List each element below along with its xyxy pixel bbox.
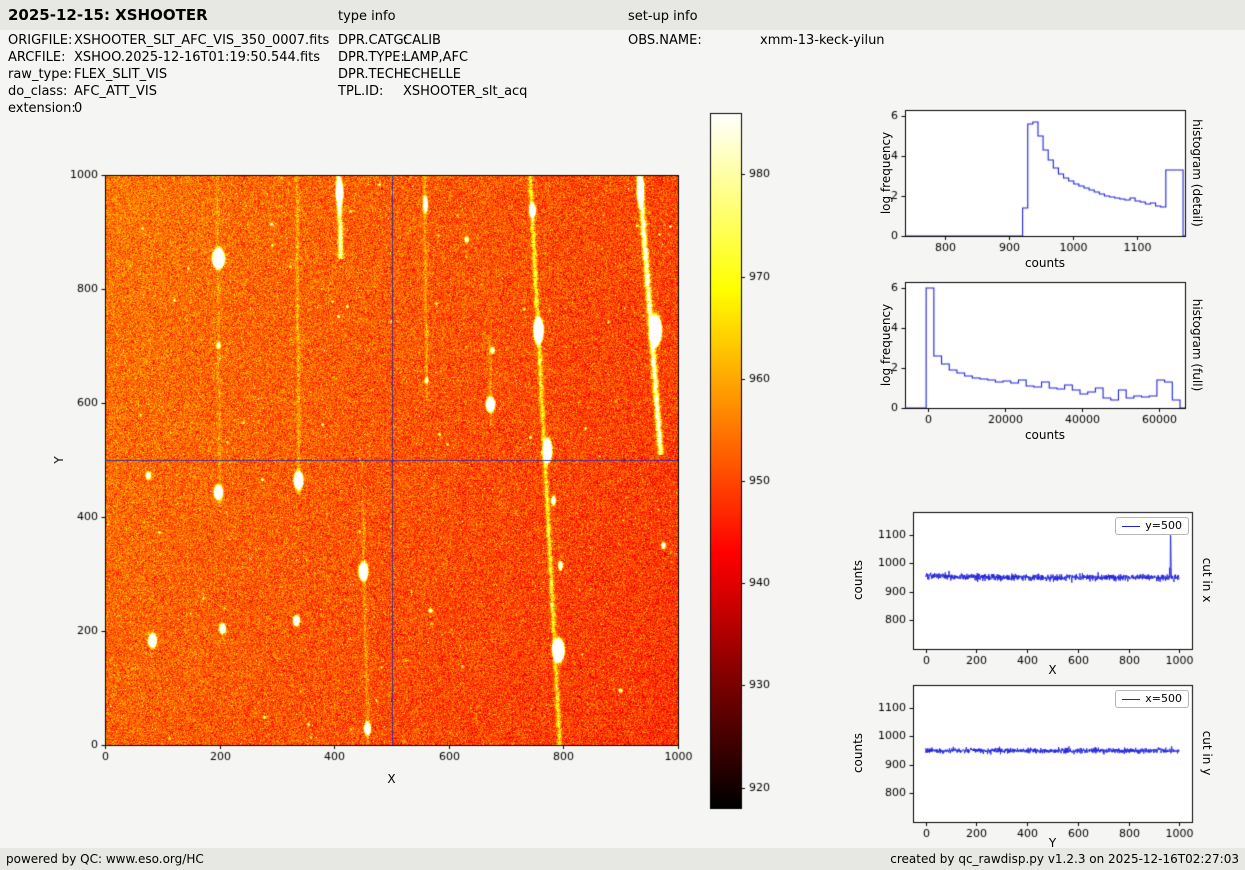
metadata-value: AFC_ATT_VIS — [74, 84, 157, 99]
qc-report-page: 2025-12-15: XSHOOTER type info set-up in… — [0, 0, 1245, 870]
type-info-heading: type info — [338, 9, 396, 24]
histogram-detail-xlabel: counts — [905, 256, 1185, 270]
metadata-row: raw_type:FLEX_SLIT_VIS — [8, 67, 167, 82]
cut-in-y-ylabel: counts — [851, 733, 865, 773]
legend-label: y=500 — [1145, 520, 1182, 532]
histogram-full-ylabel: log frequency — [879, 304, 893, 386]
histogram-full-canvas — [875, 272, 1220, 452]
legend: y=500 — [1115, 517, 1189, 535]
raw-image-canvas — [40, 160, 700, 805]
metadata-value: FLEX_SLIT_VIS — [74, 67, 167, 82]
metadata-label: ARCFILE: — [8, 50, 74, 65]
metadata-value: xmm-13-keck-yilun — [760, 33, 885, 48]
cut-in-y-plot: Y counts cut in y x=500 — [845, 673, 1225, 858]
histogram-detail-canvas — [875, 100, 1220, 280]
metadata-label: TPL.ID: — [338, 84, 403, 99]
metadata-label: ORIGFILE: — [8, 33, 74, 48]
metadata-row: OBS.NAME:xmm-13-keck-yilun — [628, 33, 885, 48]
metadata-label: OBS.NAME: — [628, 33, 760, 48]
colorbar — [705, 105, 795, 815]
metadata-label: do_class: — [8, 84, 74, 99]
metadata-row: DPR.CATG:CALIB — [338, 33, 441, 48]
cut-in-x-plot: X counts cut in x y=500 — [845, 500, 1225, 685]
legend: x=500 — [1115, 690, 1189, 708]
histogram-full-title: histogram (full) — [1190, 299, 1204, 392]
metadata-label: DPR.CATG: — [338, 33, 403, 48]
metadata-label: DPR.TECH: — [338, 67, 403, 82]
raw-image-plot: X Y — [40, 160, 700, 805]
metadata-value: CALIB — [403, 33, 441, 48]
histogram-full-xlabel: counts — [905, 428, 1185, 442]
metadata-value: XSHOO.2025-12-16T01:19:50.544.fits — [74, 50, 320, 65]
page-title: 2025-12-15: XSHOOTER — [8, 6, 208, 24]
metadata-value: XSHOOTER_slt_acq — [403, 84, 527, 99]
colorbar-canvas — [705, 105, 795, 815]
header-bar: 2025-12-15: XSHOOTER type info set-up in… — [0, 0, 1245, 30]
raw-image-ylabel: Y — [52, 456, 66, 463]
footer-right-text: created by qc_rawdisp.py v1.2.3 on 2025-… — [890, 852, 1239, 866]
metadata-row: TPL.ID:XSHOOTER_slt_acq — [338, 84, 527, 99]
metadata-row: ARCFILE:XSHOO.2025-12-16T01:19:50.544.fi… — [8, 50, 320, 65]
metadata-label: extension: — [8, 101, 74, 116]
legend-line-swatch — [1122, 526, 1140, 527]
histogram-detail-ylabel: log frequency — [879, 132, 893, 214]
cut-in-x-ylabel: counts — [851, 560, 865, 600]
metadata-row: DPR.TECH:ECHELLE — [338, 67, 461, 82]
histogram-detail-title: histogram (detail) — [1190, 119, 1204, 227]
metadata-label: raw_type: — [8, 67, 74, 82]
metadata-value: XSHOOTER_SLT_AFC_VIS_350_0007.fits — [74, 33, 329, 48]
metadata-row: ORIGFILE:XSHOOTER_SLT_AFC_VIS_350_0007.f… — [8, 33, 329, 48]
metadata-row: extension:0 — [8, 101, 82, 116]
footer-left-text: powered by QC: www.eso.org/HC — [6, 852, 204, 866]
cut-in-y-title: cut in y — [1200, 731, 1214, 776]
footer-bar: powered by QC: www.eso.org/HC created by… — [0, 848, 1245, 870]
legend-label: x=500 — [1145, 693, 1182, 705]
metadata-row: do_class:AFC_ATT_VIS — [8, 84, 157, 99]
cut-in-x-title: cut in x — [1200, 558, 1214, 603]
setup-info-heading: set-up info — [628, 9, 698, 24]
histogram-full-plot: counts log frequency histogram (full) — [875, 272, 1220, 452]
raw-image-xlabel: X — [105, 772, 678, 786]
metadata-value: LAMP,AFC — [403, 50, 468, 65]
metadata-value: ECHELLE — [403, 67, 461, 82]
metadata-value: 0 — [74, 101, 82, 116]
metadata-label: DPR.TYPE: — [338, 50, 403, 65]
legend-line-swatch — [1122, 699, 1140, 700]
histogram-detail-plot: counts log frequency histogram (detail) — [875, 100, 1220, 280]
metadata-row: DPR.TYPE:LAMP,AFC — [338, 50, 468, 65]
